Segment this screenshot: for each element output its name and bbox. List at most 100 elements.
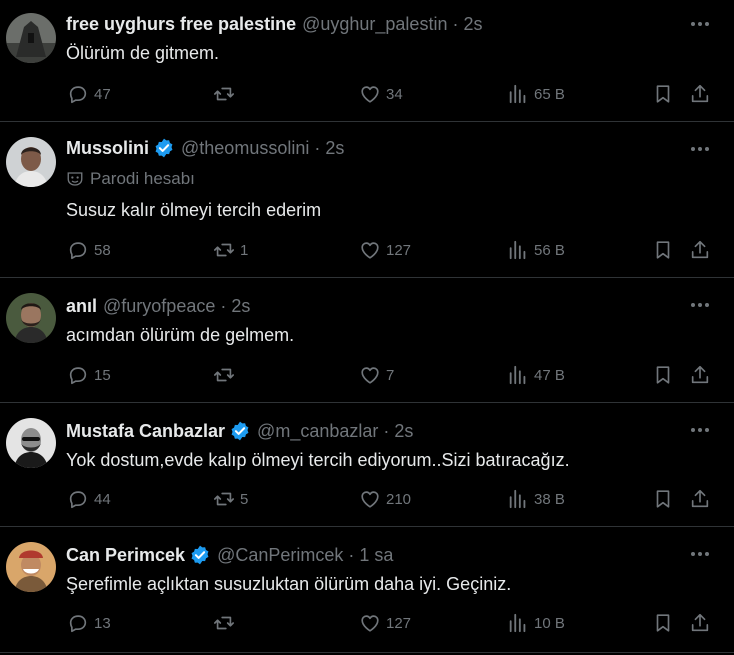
views-button[interactable]: 38 B — [506, 486, 565, 512]
avatar[interactable] — [6, 137, 56, 187]
share-button[interactable] — [688, 237, 712, 263]
tweet-header: Mustafa Canbazlar @m_canbazlar · 2s — [66, 420, 413, 442]
verified-badge-icon — [189, 544, 211, 566]
like-icon — [358, 238, 382, 262]
tweet-actions: 15 7 47 B — [66, 362, 734, 388]
retweet-button[interactable] — [212, 81, 240, 107]
timestamp[interactable]: 2s — [463, 13, 482, 35]
reply-icon — [66, 611, 90, 635]
avatar[interactable] — [6, 542, 56, 592]
tweet-header: Can Perimcek @CanPerimcek · 1 sa — [66, 544, 393, 566]
like-button[interactable]: 127 — [358, 610, 411, 636]
share-icon — [688, 363, 712, 387]
share-icon — [688, 82, 712, 106]
like-count: 210 — [386, 490, 412, 508]
bookmark-icon — [651, 611, 675, 635]
retweet-icon — [212, 611, 236, 635]
reply-button[interactable]: 13 — [66, 610, 111, 636]
retweet-icon — [212, 487, 236, 511]
tweet[interactable]: Mussolini @theomussolini · 2s Parodi hes… — [0, 122, 734, 278]
reply-button[interactable]: 47 — [66, 81, 111, 107]
reply-icon — [66, 82, 90, 106]
views-icon — [506, 238, 530, 262]
reply-button[interactable]: 44 — [66, 486, 111, 512]
views-button[interactable]: 65 B — [506, 81, 565, 107]
like-button[interactable]: 127 — [358, 237, 411, 263]
more-icon[interactable] — [688, 420, 712, 440]
share-button[interactable] — [688, 362, 712, 388]
display-name[interactable]: anıl — [66, 295, 97, 317]
views-button[interactable]: 56 B — [506, 237, 565, 263]
bookmark-icon — [651, 238, 675, 262]
like-icon — [358, 611, 382, 635]
share-button[interactable] — [688, 486, 712, 512]
retweet-button[interactable] — [212, 610, 240, 636]
reply-count: 47 — [94, 85, 111, 103]
bookmark-icon — [651, 82, 675, 106]
bookmark-button[interactable] — [651, 610, 675, 636]
tweet[interactable]: anıl @furyofpeace · 2s acımdan ölürüm de… — [0, 278, 734, 403]
more-icon[interactable] — [688, 14, 712, 34]
like-count: 127 — [386, 241, 412, 259]
separator-dot: · — [348, 545, 355, 565]
views-icon — [506, 487, 530, 511]
tweet-text: Yok dostum,evde kalıp ölmeyi tercih ediy… — [66, 450, 570, 470]
display-name[interactable]: Mustafa Canbazlar — [66, 420, 225, 442]
tweet-text: Şerefimle açlıktan susuzluktan ölürüm da… — [66, 574, 512, 594]
like-icon — [358, 363, 382, 387]
like-button[interactable]: 7 — [358, 362, 394, 388]
tweet[interactable]: Mustafa Canbazlar @m_canbazlar · 2s Yok … — [0, 403, 734, 527]
user-handle[interactable]: @theomussolini — [181, 137, 309, 159]
bookmark-button[interactable] — [651, 81, 675, 107]
reply-icon — [66, 238, 90, 262]
like-button[interactable]: 34 — [358, 81, 403, 107]
retweet-icon — [212, 82, 236, 106]
tweet-actions: 44 5 210 38 B — [66, 486, 734, 512]
reply-button[interactable]: 58 — [66, 237, 111, 263]
separator-dot: · — [220, 296, 227, 316]
reply-count: 44 — [94, 490, 111, 508]
more-icon[interactable] — [688, 544, 712, 564]
avatar[interactable] — [6, 418, 56, 468]
timestamp[interactable]: 1 sa — [359, 544, 393, 566]
like-button[interactable]: 210 — [358, 486, 411, 512]
separator-dot: · — [383, 421, 390, 441]
tweet-header: free uyghurs free palestine @uyghur_pale… — [66, 13, 482, 35]
avatar[interactable] — [6, 13, 56, 63]
timestamp[interactable]: 2s — [325, 137, 344, 159]
views-count: 47 B — [534, 366, 565, 384]
views-button[interactable]: 47 B — [506, 362, 565, 388]
share-button[interactable] — [688, 610, 712, 636]
tweet-text: Susuz kalır ölmeyi tercih ederim — [66, 200, 322, 220]
reply-button[interactable]: 15 — [66, 362, 111, 388]
bookmark-button[interactable] — [651, 362, 675, 388]
reply-count: 13 — [94, 614, 111, 632]
display-name[interactable]: free uyghurs free palestine — [66, 13, 296, 35]
views-button[interactable]: 10 B — [506, 610, 565, 636]
tweet[interactable]: Can Perimcek @CanPerimcek · 1 sa Şerefim… — [0, 527, 734, 653]
display-name[interactable]: Mussolini — [66, 137, 149, 159]
more-icon[interactable] — [688, 295, 712, 315]
more-icon[interactable] — [688, 139, 712, 159]
timestamp[interactable]: 2s — [394, 420, 413, 442]
retweet-button[interactable] — [212, 362, 240, 388]
bookmark-button[interactable] — [651, 486, 675, 512]
retweet-button[interactable]: 1 — [212, 237, 248, 263]
like-icon — [358, 82, 382, 106]
user-handle[interactable]: @CanPerimcek — [217, 544, 343, 566]
user-handle[interactable]: @m_canbazlar — [257, 420, 378, 442]
user-handle[interactable]: @uyghur_palestin — [302, 13, 447, 35]
like-icon — [358, 487, 382, 511]
separator-dot: · — [314, 138, 321, 158]
display-name[interactable]: Can Perimcek — [66, 544, 185, 566]
views-icon — [506, 82, 530, 106]
timestamp[interactable]: 2s — [231, 295, 250, 317]
views-count: 10 B — [534, 614, 565, 632]
retweet-button[interactable]: 5 — [212, 486, 248, 512]
bookmark-icon — [651, 363, 675, 387]
share-button[interactable] — [688, 81, 712, 107]
tweet[interactable]: free uyghurs free palestine @uyghur_pale… — [0, 0, 734, 122]
user-handle[interactable]: @furyofpeace — [103, 295, 215, 317]
avatar[interactable] — [6, 293, 56, 343]
bookmark-button[interactable] — [651, 237, 675, 263]
